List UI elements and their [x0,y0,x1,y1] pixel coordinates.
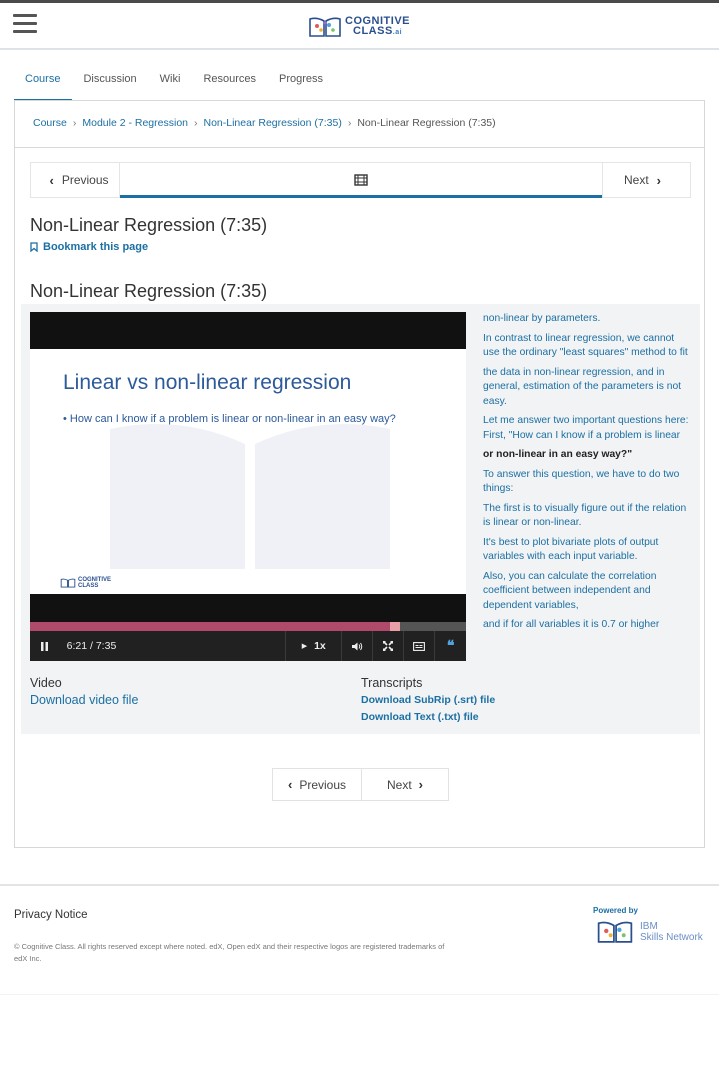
book-logo-icon [60,578,76,588]
sequence-next-button[interactable]: Next › [602,163,690,197]
video-player[interactable]: Linear vs non-linear regression • How ca… [30,312,466,661]
transcript-panel[interactable]: non-linear by parameters. In contrast to … [483,312,691,658]
video-download-heading: Video [30,676,62,690]
transcript-line[interactable]: The first is to visually figure out if t… [483,502,691,531]
download-txt-link[interactable]: Download Text (.txt) file [361,711,479,723]
transcript-line[interactable]: the data in non-linear regression, and i… [483,366,691,410]
transcript-line[interactable]: non-linear by parameters. [483,312,691,327]
tab-progress[interactable]: Progress [268,62,335,99]
previous-label: Previous [61,173,109,187]
powered-by-label: Powered by [593,906,638,915]
privacy-notice-link[interactable]: Privacy Notice [14,909,88,921]
captions-button[interactable] [402,631,435,661]
logo-text: COGNITIVE CLASS.ai [345,15,411,37]
tab-course[interactable]: Course [14,62,73,102]
video-progress-bar[interactable] [30,622,466,631]
speed-value: 1x [314,640,326,652]
bookmark-button[interactable]: Bookmark this page [30,241,148,253]
fullscreen-button[interactable] [372,631,403,661]
book-logo-icon [597,921,633,943]
breadcrumb-separator: › [194,117,198,129]
breadcrumb-module[interactable]: Module 2 - Regression [82,117,188,129]
quote-icon: ❝ [446,638,455,654]
transcript-line[interactable]: In contrast to linear regression, we can… [483,332,691,361]
pause-button[interactable] [30,631,60,661]
video-heading: Non-Linear Regression (7:35) [30,281,268,301]
volume-icon [351,642,362,650]
progress-handle[interactable] [389,622,400,631]
speed-button[interactable]: ▶ 1x [285,631,341,661]
breadcrumb-subsection[interactable]: Non-Linear Regression (7:35) [204,117,342,129]
ibm-logo-text: IBM Skills Network [640,921,703,943]
menu-icon[interactable] [13,14,37,34]
sequence-navigation: ‹ Previous Next › [30,162,691,198]
next-label: Next [623,173,649,187]
book-logo-icon [309,17,341,37]
play-small-icon: ▶ [301,643,308,650]
volume-button[interactable] [341,631,372,661]
sequence-unit-tab[interactable] [120,163,602,198]
breadcrumb-separator: › [347,117,352,129]
chevron-right-icon: › [656,172,662,188]
closed-captions-icon [413,641,425,651]
page-bottom [0,994,719,1075]
breadcrumb-course[interactable]: Course [33,117,67,129]
course-tabs: Course Discussion Wiki Resources Progres… [14,62,335,102]
bottom-next-button[interactable]: Next › [362,769,448,800]
breadcrumb-separator: › [72,117,77,129]
slide-bullet: • How can I know if a problem is linear … [63,413,396,425]
divider [15,147,704,148]
page-footer: Privacy Notice © Cognitive Class. All ri… [0,884,719,996]
transcript-line[interactable]: Also, you can calculate the correlation … [483,570,691,614]
chevron-right-icon: › [418,777,424,792]
bottom-navigation: ‹ Previous Next › [272,768,449,801]
watermark-logo-icon [110,424,390,569]
slide-logo: COGNITIVE CLASS [60,577,111,589]
transcript-line[interactable]: To answer this question, we have to do t… [483,468,691,497]
progress-fill [30,622,395,631]
ibm-skills-network-logo[interactable]: IBM Skills Network [595,920,703,944]
chevron-left-icon: ‹ [49,172,54,188]
bottom-previous-button[interactable]: ‹ Previous [273,769,362,800]
bookmark-icon [30,242,38,252]
tab-wiki[interactable]: Wiki [149,62,193,99]
top-header: COGNITIVE CLASS.ai [0,0,719,50]
video-frame: Linear vs non-linear regression • How ca… [30,349,466,594]
transcript-line[interactable]: or non-linear in an easy way?" [483,448,691,463]
bookmark-label: Bookmark this page [43,241,149,253]
transcript-line[interactable]: and if for all variables it is 0.7 or hi… [483,618,691,633]
slide-title: Linear vs non-linear regression [63,371,352,394]
copyright-text: © Cognitive Class. All rights reserved e… [14,942,445,963]
video-block: Linear vs non-linear regression • How ca… [21,304,700,734]
tab-resources[interactable]: Resources [192,62,268,99]
course-content-panel: Course › Module 2 - Regression › Non-Linear … [14,100,705,848]
cognitive-class-logo[interactable]: COGNITIVE CLASS.ai [309,15,410,39]
previous-label: Previous [299,777,347,792]
chevron-left-icon: ‹ [287,777,293,792]
transcript-line[interactable]: Let me answer two important questions he… [483,414,691,443]
transcript-toggle-button[interactable]: ❝ [434,631,466,661]
transcript-line[interactable]: It's best to plot bivariate plots of out… [483,536,691,565]
video-time: 6:21 / 7:35 [66,640,117,652]
breadcrumb-current: Non-Linear Regression (7:35) [357,117,496,129]
tab-discussion[interactable]: Discussion [72,62,148,99]
video-controls: 6:21 / 7:35 ▶ 1x ❝ [30,631,466,661]
sequence-previous-button[interactable]: ‹ Previous [31,163,120,197]
download-srt-link[interactable]: Download SubRip (.srt) file [361,694,495,706]
unit-title: Non-Linear Regression (7:35) [30,215,268,235]
video-film-icon [354,174,368,186]
transcripts-heading: Transcripts [361,676,423,690]
next-label: Next [386,777,412,792]
breadcrumb: Course › Module 2 - Regression › Non-Linear … [33,117,496,129]
fullscreen-icon [382,641,393,651]
download-video-link[interactable]: Download video file [30,693,138,707]
pause-icon [41,641,49,651]
